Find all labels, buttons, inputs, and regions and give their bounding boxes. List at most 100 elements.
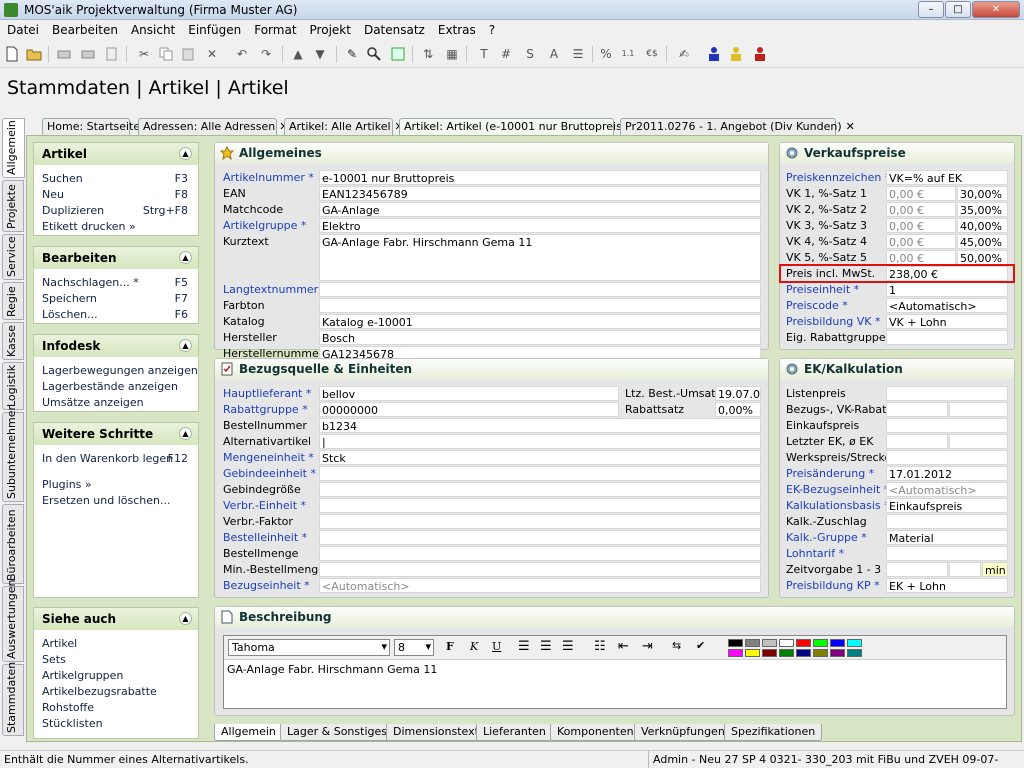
sort-icon[interactable]: ⇅ <box>420 46 436 62</box>
new-icon[interactable] <box>4 46 20 62</box>
field-label[interactable]: Bezugseinheit * <box>223 579 310 592</box>
field-value[interactable] <box>949 562 981 577</box>
pencil-icon[interactable]: ✎ <box>344 46 360 62</box>
link-neu[interactable]: Neu F8 <box>34 186 198 202</box>
siehe-auch-header[interactable]: Siehe auch ▲ <box>34 608 198 630</box>
vtab-bueroarbeiten[interactable]: Büroarbeiten <box>2 504 24 584</box>
field-value[interactable]: GA-Anlage <box>319 202 761 217</box>
field-value[interactable] <box>319 282 761 297</box>
infodesk-header[interactable]: Infodesk ▲ <box>34 335 198 357</box>
rtf-icon[interactable]: ⇆ <box>672 639 681 652</box>
color-swatch[interactable] <box>847 649 862 657</box>
field-value[interactable]: 40,00% <box>957 218 1008 233</box>
field-value[interactable] <box>319 466 761 481</box>
field-label[interactable]: Preiskennzeichen * <box>786 171 890 184</box>
field-label[interactable]: Mengeneinheit * <box>223 451 314 464</box>
menu-datei[interactable]: Datei <box>0 20 45 37</box>
btab-komponenten[interactable]: Komponenten <box>550 724 641 741</box>
close-icon[interactable]: ✕ <box>846 120 855 133</box>
field-value[interactable] <box>949 402 1008 417</box>
field-value[interactable]: 45,00% <box>957 234 1008 249</box>
field-value[interactable]: 0,00% <box>715 402 761 417</box>
vtab-subunternehmer[interactable]: Subunternehmer <box>2 406 24 502</box>
field-label[interactable]: Preisänderung * <box>786 467 874 480</box>
field-value[interactable]: | <box>319 434 761 449</box>
bullet-list-icon[interactable]: ☷ <box>594 639 606 654</box>
field-value[interactable]: <Automatisch> <box>886 482 1008 497</box>
rich-text-editor[interactable]: Tahoma ▾ 8 ▾ F K U ☰ ☰ ☰ ☷ ⇤ ⇥ ⇆ ✔ GA-Anla… <box>223 635 1007 709</box>
percent-icon[interactable]: % <box>598 46 614 62</box>
redo-icon[interactable]: ↷ <box>258 46 274 62</box>
arrow-up-icon[interactable]: ▲ <box>290 46 306 62</box>
tab-angebot[interactable]: Pr2011.0276 - 1. Angebot (Div Kunden) ✕ <box>620 118 855 135</box>
field-value[interactable] <box>886 450 1008 465</box>
field-value[interactable]: Stck <box>319 450 761 465</box>
calc-icon[interactable]: ▦ <box>444 46 460 62</box>
field-value[interactable]: <Automatisch> <box>886 298 1008 313</box>
s-icon[interactable]: S <box>522 46 538 62</box>
link-rohstoffe[interactable]: Rohstoffe <box>34 699 198 715</box>
collapse-icon[interactable]: ▲ <box>179 427 192 440</box>
link-plugins[interactable]: Plugins » <box>34 476 198 492</box>
field-label[interactable]: Lohntarif * <box>786 547 844 560</box>
align-left-icon[interactable]: ☰ <box>518 639 530 654</box>
btab-allgemein[interactable]: Allgemein <box>214 724 283 741</box>
field-value[interactable] <box>886 514 1008 529</box>
outdent-icon[interactable]: ⇤ <box>618 639 629 654</box>
currency-icon[interactable]: €$ <box>644 46 660 62</box>
field-value[interactable] <box>319 482 761 497</box>
link-lagerbewegungen[interactable]: Lagerbewegungen anzeigen <box>34 362 198 378</box>
menu-datensatz[interactable]: Datensatz <box>357 20 431 37</box>
field-value[interactable]: EAN123456789 <box>319 186 761 201</box>
user-yellow-icon[interactable] <box>728 46 744 62</box>
field-value[interactable]: 35,00% <box>957 202 1008 217</box>
undo-icon[interactable]: ↶ <box>234 46 250 62</box>
link-sets[interactable]: Sets <box>34 651 198 667</box>
field-value[interactable] <box>886 562 948 577</box>
color-swatch[interactable] <box>779 649 794 657</box>
link-ersetzen[interactable]: Ersetzen und löschen... <box>34 492 198 508</box>
link-loeschen[interactable]: Löschen... F6 <box>34 306 198 322</box>
field-label[interactable]: Gebindeeinheit * <box>223 467 316 480</box>
btab-lager[interactable]: Lager & Sonstiges <box>280 724 394 741</box>
menu-format[interactable]: Format <box>247 20 302 37</box>
size-select[interactable]: 8 ▾ <box>394 639 434 656</box>
spellcheck-icon[interactable]: ✔ <box>696 639 705 652</box>
vtab-auswertungen[interactable]: Auswertungen <box>2 580 24 662</box>
tab-home[interactable]: Home: Startseite <box>42 118 140 135</box>
field-value[interactable] <box>319 546 761 561</box>
field-value[interactable] <box>886 418 1008 433</box>
a-icon[interactable]: A <box>546 46 562 62</box>
bold-button[interactable]: F <box>446 640 454 653</box>
vtab-kasse[interactable]: Kasse <box>2 322 24 360</box>
italic-button[interactable]: K <box>470 640 478 653</box>
field-label[interactable]: Preisbildung VK * <box>786 315 881 328</box>
menu-projekt[interactable]: Projekt <box>303 20 357 37</box>
collapse-icon[interactable]: ▲ <box>179 339 192 352</box>
text-icon[interactable]: T <box>476 46 492 62</box>
field-value[interactable] <box>319 530 761 545</box>
color-swatch[interactable] <box>796 639 811 647</box>
copy-doc-icon[interactable] <box>104 46 120 62</box>
field-value[interactable] <box>886 546 1008 561</box>
field-value[interactable]: 0,00 € <box>886 202 956 217</box>
indent-icon[interactable]: ⇥ <box>642 639 653 654</box>
field-value[interactable]: bellov <box>319 386 619 401</box>
field-value[interactable]: <Automatisch> <box>319 578 761 593</box>
color-swatch[interactable] <box>762 639 777 647</box>
link-suchen[interactable]: Suchen F3 <box>34 170 198 186</box>
collapse-icon[interactable]: ▲ <box>179 612 192 625</box>
open-icon[interactable] <box>26 46 42 62</box>
field-label[interactable]: Kalk.-Gruppe * <box>786 531 867 544</box>
print-preview-icon[interactable] <box>56 46 72 62</box>
field-value[interactable]: 17.01.2012 <box>886 466 1008 481</box>
vtab-allgemein[interactable]: Allgemein <box>2 118 25 178</box>
link-speichern[interactable]: Speichern F7 <box>34 290 198 306</box>
field-label[interactable]: EK-Bezugseinheit * <box>786 483 889 496</box>
menu-bearbeiten[interactable]: Bearbeiten <box>45 20 124 37</box>
link-artikelbezugsrabatte[interactable]: Artikelbezugsrabatte <box>34 683 198 699</box>
field-value[interactable]: VK=% auf EK <box>886 170 1008 185</box>
vtab-logistik[interactable]: Logistik <box>2 362 24 410</box>
color-swatch[interactable] <box>813 639 828 647</box>
link-umsaetze[interactable]: Umsätze anzeigen <box>34 394 198 410</box>
